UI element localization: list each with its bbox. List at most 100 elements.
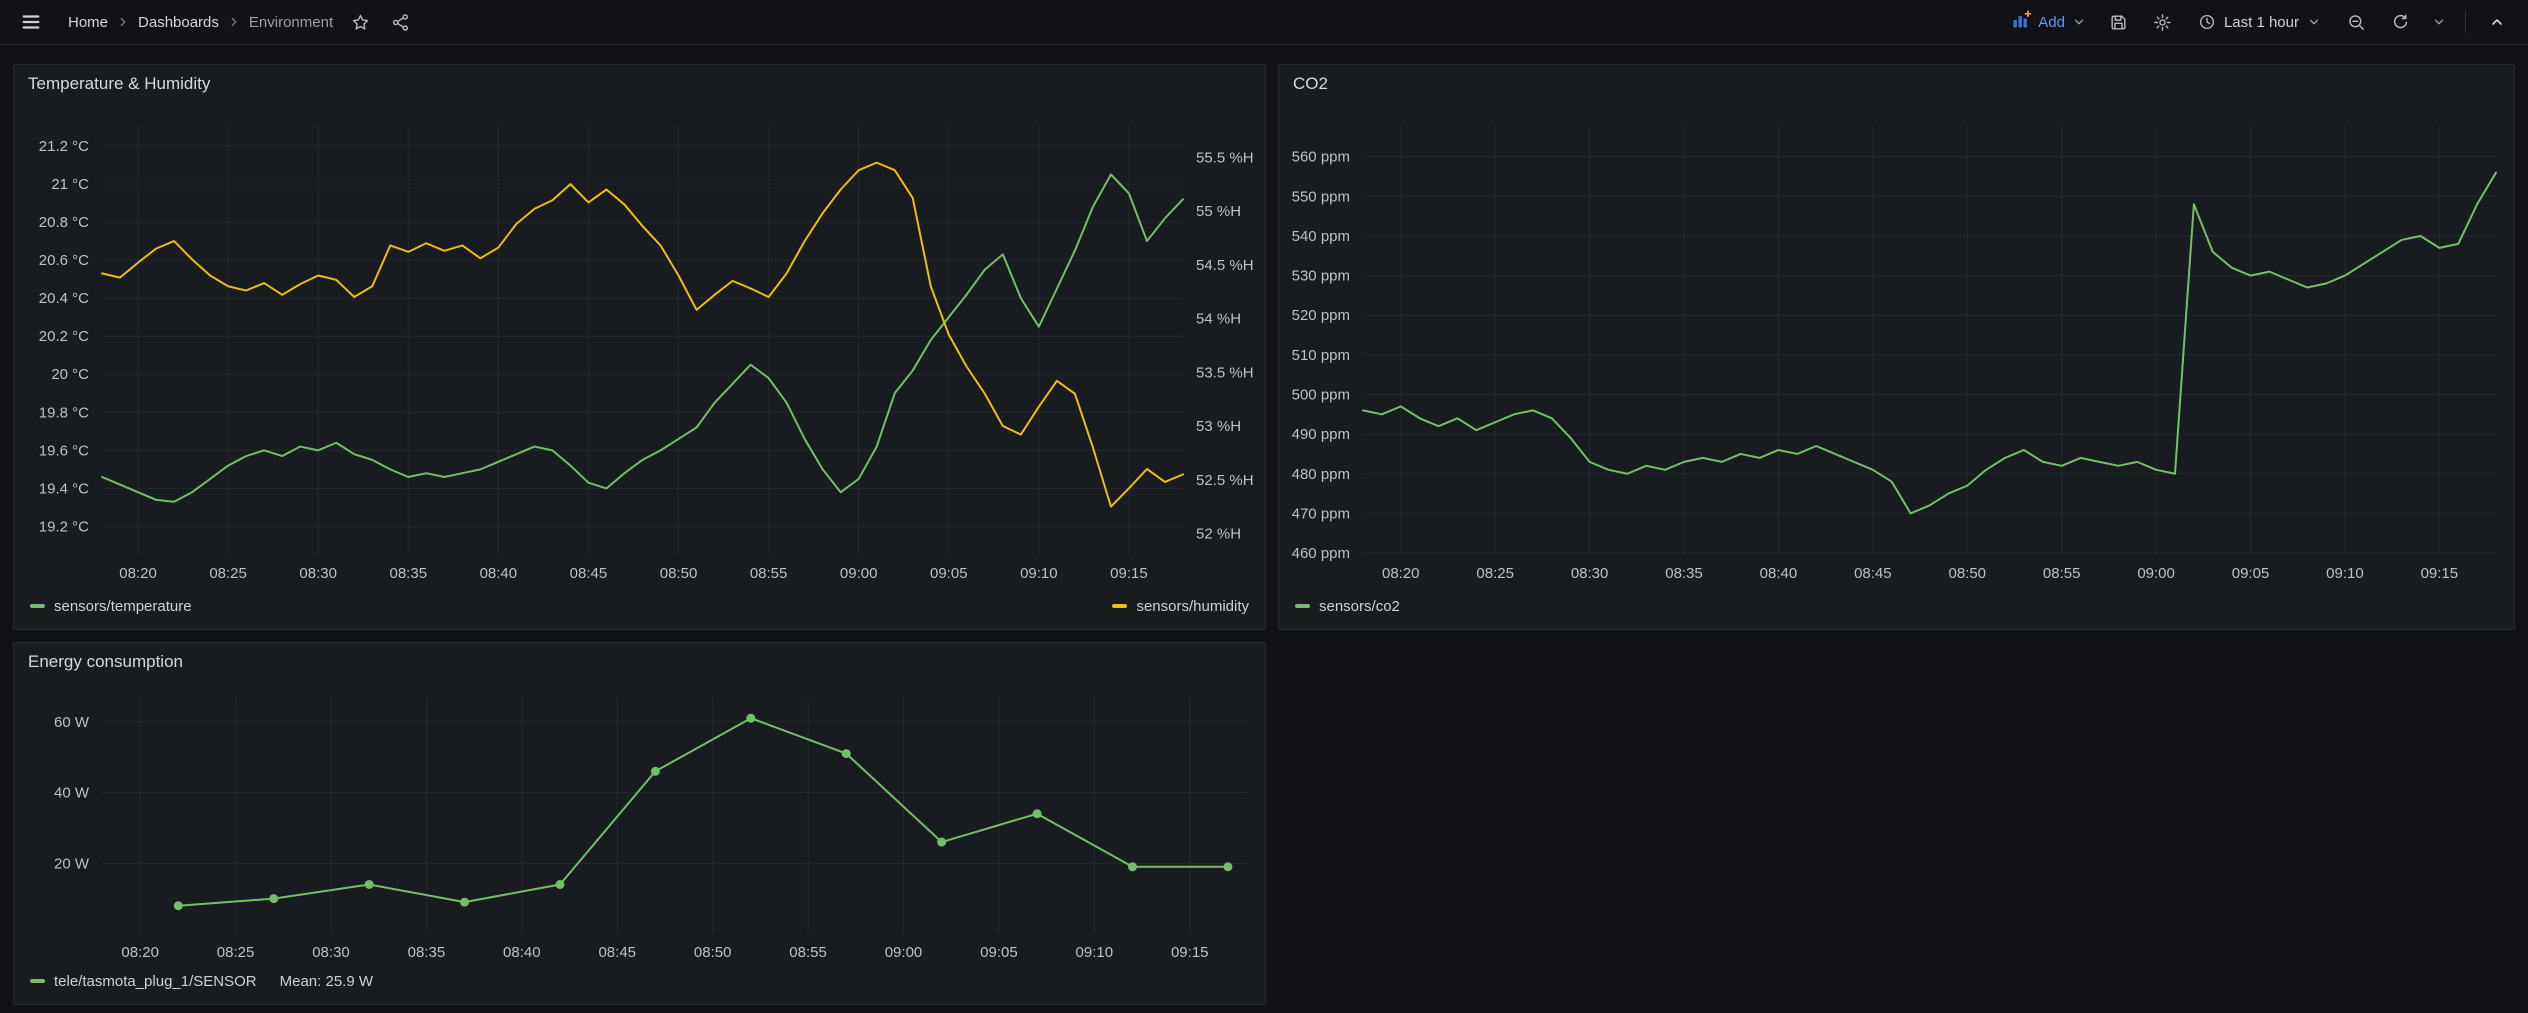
svg-text:08:40: 08:40 — [1760, 565, 1798, 582]
svg-text:09:05: 09:05 — [930, 565, 968, 582]
dashboard-settings-button[interactable] — [2146, 5, 2180, 39]
panel-title-co2[interactable]: CO2 — [1293, 74, 1328, 94]
svg-text:530 ppm: 530 ppm — [1292, 268, 1350, 285]
svg-text:08:50: 08:50 — [660, 565, 698, 582]
add-button[interactable]: Add — [2005, 6, 2092, 38]
svg-text:490 ppm: 490 ppm — [1292, 426, 1350, 443]
svg-text:19.4 °C: 19.4 °C — [39, 480, 89, 497]
caret-up-icon — [2489, 14, 2505, 30]
svg-text:40 W: 40 W — [54, 785, 90, 802]
svg-text:19.8 °C: 19.8 °C — [39, 404, 89, 421]
legend-swatch-energy — [30, 979, 45, 983]
chevron-right-icon — [227, 15, 241, 29]
svg-text:19.6 °C: 19.6 °C — [39, 442, 89, 459]
svg-text:55.5 %H: 55.5 %H — [1196, 149, 1254, 166]
panel-header: Temperature & Humidity — [14, 65, 1265, 99]
energy-consumption-chart[interactable]: 08:2008:2508:3008:3508:4008:4508:5008:55… — [14, 677, 1265, 968]
svg-text:09:15: 09:15 — [1171, 944, 1209, 961]
svg-text:08:25: 08:25 — [209, 565, 247, 582]
star-icon — [351, 13, 370, 32]
zoom-out-time-button[interactable] — [2339, 5, 2373, 39]
add-panel-graph-icon — [2011, 10, 2031, 34]
panel-title-energy[interactable]: Energy consumption — [28, 652, 183, 672]
legend-swatch-co2 — [1295, 604, 1310, 608]
breadcrumb-item-dashboards[interactable]: Dashboards — [134, 12, 223, 33]
add-button-label: Add — [2038, 14, 2065, 31]
collapse-controls-button[interactable] — [2480, 5, 2514, 39]
legend-label-co2: sensors/co2 — [1319, 598, 1400, 615]
svg-text:52.5 %H: 52.5 %H — [1196, 472, 1254, 489]
panel-co2: CO2 08:2008:2508:3008:3508:4008:4508:500… — [1278, 64, 2515, 630]
time-range-picker[interactable]: Last 1 hour — [2190, 9, 2329, 35]
svg-text:08:45: 08:45 — [598, 944, 636, 961]
svg-text:520 ppm: 520 ppm — [1292, 307, 1350, 324]
svg-text:09:05: 09:05 — [980, 944, 1018, 961]
panel-energy-consumption: Energy consumption 08:2008:2508:3008:350… — [13, 642, 1266, 1005]
svg-text:510 ppm: 510 ppm — [1292, 347, 1350, 364]
svg-text:09:00: 09:00 — [885, 944, 923, 961]
refresh-dashboard-button[interactable] — [2383, 5, 2417, 39]
share-dashboard-button[interactable] — [383, 5, 417, 39]
svg-text:21 °C: 21 °C — [51, 176, 89, 193]
svg-text:09:00: 09:00 — [840, 565, 878, 582]
svg-text:08:55: 08:55 — [750, 565, 788, 582]
svg-text:19.2 °C: 19.2 °C — [39, 518, 89, 535]
favorite-dashboard-button[interactable] — [343, 5, 377, 39]
svg-text:460 ppm: 460 ppm — [1292, 545, 1350, 562]
panel-temperature-humidity: Temperature & Humidity 08:2008:2508:3008… — [13, 64, 1266, 630]
svg-text:560 ppm: 560 ppm — [1292, 149, 1350, 166]
time-range-label: Last 1 hour — [2224, 14, 2299, 31]
legend-label-energy: tele/tasmota_plug_1/SENSOR — [54, 973, 257, 990]
co2-chart[interactable]: 08:2008:2508:3008:3508:4008:4508:5008:55… — [1279, 99, 2514, 593]
svg-text:54 %H: 54 %H — [1196, 311, 1241, 328]
svg-text:08:35: 08:35 — [1665, 565, 1703, 582]
svg-text:08:25: 08:25 — [217, 944, 255, 961]
save-icon — [2109, 13, 2128, 32]
svg-text:08:40: 08:40 — [480, 565, 518, 582]
svg-text:53.5 %H: 53.5 %H — [1196, 364, 1254, 381]
svg-text:500 ppm: 500 ppm — [1292, 386, 1350, 403]
clock-icon — [2198, 13, 2216, 31]
svg-text:60 W: 60 W — [54, 714, 90, 731]
temperature-humidity-chart[interactable]: 08:2008:2508:3008:3508:4008:4508:5008:55… — [14, 99, 1265, 593]
refresh-interval-picker[interactable] — [2427, 5, 2451, 39]
legend-item-co2[interactable]: sensors/co2 — [1295, 598, 1400, 615]
svg-text:540 ppm: 540 ppm — [1292, 228, 1350, 245]
svg-text:09:15: 09:15 — [2421, 565, 2459, 582]
svg-text:08:30: 08:30 — [312, 944, 350, 961]
chevron-down-icon — [2072, 15, 2086, 29]
svg-text:20.8 °C: 20.8 °C — [39, 214, 89, 231]
legend-label-temperature: sensors/temperature — [54, 598, 192, 615]
svg-text:08:20: 08:20 — [1382, 565, 1420, 582]
svg-text:53 %H: 53 %H — [1196, 418, 1241, 435]
breadcrumb-item-home[interactable]: Home — [64, 12, 112, 33]
legend-swatch-humidity — [1112, 604, 1127, 608]
legend-item-humidity[interactable]: sensors/humidity — [1112, 598, 1249, 615]
chevron-right-icon — [116, 15, 130, 29]
svg-text:08:50: 08:50 — [694, 944, 732, 961]
svg-text:09:05: 09:05 — [2232, 565, 2270, 582]
breadcrumb-item-environment[interactable]: Environment — [245, 12, 337, 33]
panel-header: Energy consumption — [14, 643, 1265, 677]
share-icon — [391, 13, 410, 32]
svg-text:08:50: 08:50 — [1948, 565, 1986, 582]
svg-text:52 %H: 52 %H — [1196, 526, 1241, 543]
topbar-divider — [2465, 11, 2466, 33]
svg-text:09:00: 09:00 — [2137, 565, 2175, 582]
breadcrumb: Home Dashboards Environment — [64, 12, 337, 33]
panel-title-temperature-humidity[interactable]: Temperature & Humidity — [28, 74, 210, 94]
svg-text:08:55: 08:55 — [789, 944, 827, 961]
legend-item-energy[interactable]: tele/tasmota_plug_1/SENSOR Mean: 25.9 W — [30, 973, 373, 990]
svg-text:08:20: 08:20 — [119, 565, 157, 582]
svg-text:08:40: 08:40 — [503, 944, 541, 961]
legend-mean-value: Mean: 25.9 W — [280, 973, 373, 990]
svg-text:08:30: 08:30 — [1571, 565, 1609, 582]
save-dashboard-button[interactable] — [2102, 5, 2136, 39]
legend-swatch-temperature — [30, 604, 45, 608]
svg-text:20.2 °C: 20.2 °C — [39, 328, 89, 345]
legend: sensors/temperature sensors/humidity — [14, 593, 1265, 629]
legend-item-temperature[interactable]: sensors/temperature — [30, 598, 192, 615]
menu-button[interactable] — [14, 5, 48, 39]
refresh-icon — [2391, 13, 2410, 32]
svg-text:20.6 °C: 20.6 °C — [39, 252, 89, 269]
